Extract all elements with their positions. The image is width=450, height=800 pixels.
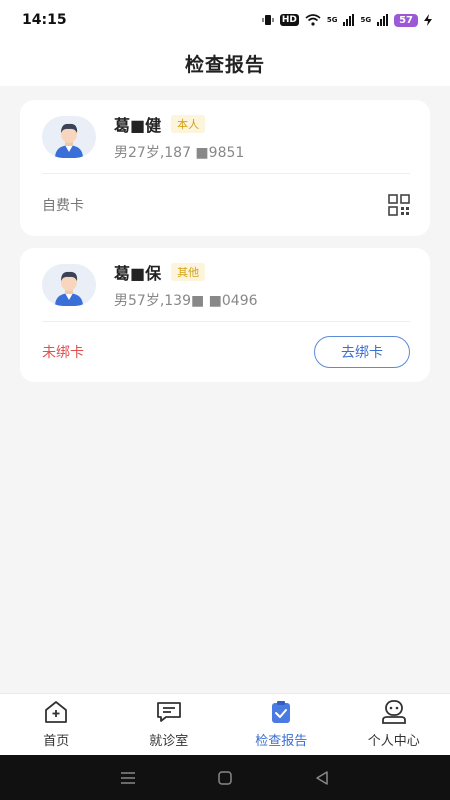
network-label-2: 5G [360,16,372,24]
avatar [42,263,96,306]
status-time: 14:15 [22,12,67,28]
avatar [42,115,96,158]
patient-list: 葛■健 本人 男27岁,187 ■9851 自费卡 葛■保 其他 男57岁,13… [20,100,430,394]
unbound-card-label: 未绑卡 [42,345,84,361]
patient-info: 葛■健 本人 男27岁,187 ■9851 [114,112,244,162]
patient-detail: 男27岁,187 ■9851 [114,144,245,161]
battery-indicator: 57 [394,13,418,27]
network-label-1: 5G [326,16,338,24]
qr-code-icon[interactable] [388,194,410,216]
system-nav-bar [0,755,450,800]
signal-icon-2 [377,14,389,26]
patient-card[interactable]: 葛■保 其他 男57岁,139■ ■0496 未绑卡 去绑卡 [20,248,430,382]
name-row: 葛■健 本人 [114,112,244,136]
relation-tag: 本人 [171,114,206,133]
patient-card[interactable]: 葛■健 本人 男27岁,187 ■9851 自费卡 [20,100,430,236]
patient-detail: 男57岁,139■ ■0496 [114,292,258,309]
tab-home[interactable]: 首页 [0,694,113,755]
patient-name: 葛■保 [114,263,162,283]
back-icon[interactable] [313,769,331,787]
tab-reports[interactable]: 检查报告 [225,694,338,755]
header: 检查报告 [0,40,450,86]
hd-badge: HD [279,14,299,26]
avatar-male-icon [55,123,83,158]
vibrate-icon [262,15,274,25]
status-icons: HD 5G 5G 57 [262,13,432,27]
tab-clinic[interactable]: 就诊室 [113,694,226,755]
avatar-male-icon [55,271,83,306]
menu-icon[interactable] [119,769,137,787]
card-bottom: 未绑卡 去绑卡 [42,322,410,382]
signal-icon-1 [343,14,355,26]
tab-profile[interactable]: 个人中心 [338,694,450,755]
report-clipboard-icon [272,701,291,723]
patient-card-header: 葛■保 其他 男57岁,139■ ■0496 [42,248,410,322]
card-type-label: 自费卡 [42,198,84,214]
wifi-icon [305,14,321,26]
chat-icon [156,702,181,722]
page-title: 检查报告 [184,53,265,76]
relation-tag: 其他 [171,262,206,281]
home-square-icon[interactable] [216,769,234,787]
charging-icon [424,14,432,26]
bottom-tab-bar: 首页 就诊室 检查报告 个人中心 [0,693,450,755]
tab-label: 首页 [43,734,70,749]
patient-info: 葛■保 其他 男57岁,139■ ■0496 [114,260,258,310]
tab-label: 就诊室 [149,734,189,749]
bind-card-button[interactable]: 去绑卡 [314,336,410,368]
user-profile-icon [381,700,406,724]
name-row: 葛■保 其他 [114,260,258,284]
patient-name: 葛■健 [114,115,162,135]
patient-card-header: 葛■健 本人 男27岁,187 ■9851 [42,100,410,174]
home-plus-icon [45,701,68,723]
card-bottom: 自费卡 [42,174,410,236]
tab-label: 检查报告 [255,734,308,749]
status-bar: 14:15 HD 5G 5G 57 [0,0,450,40]
tab-label: 个人中心 [367,734,420,749]
